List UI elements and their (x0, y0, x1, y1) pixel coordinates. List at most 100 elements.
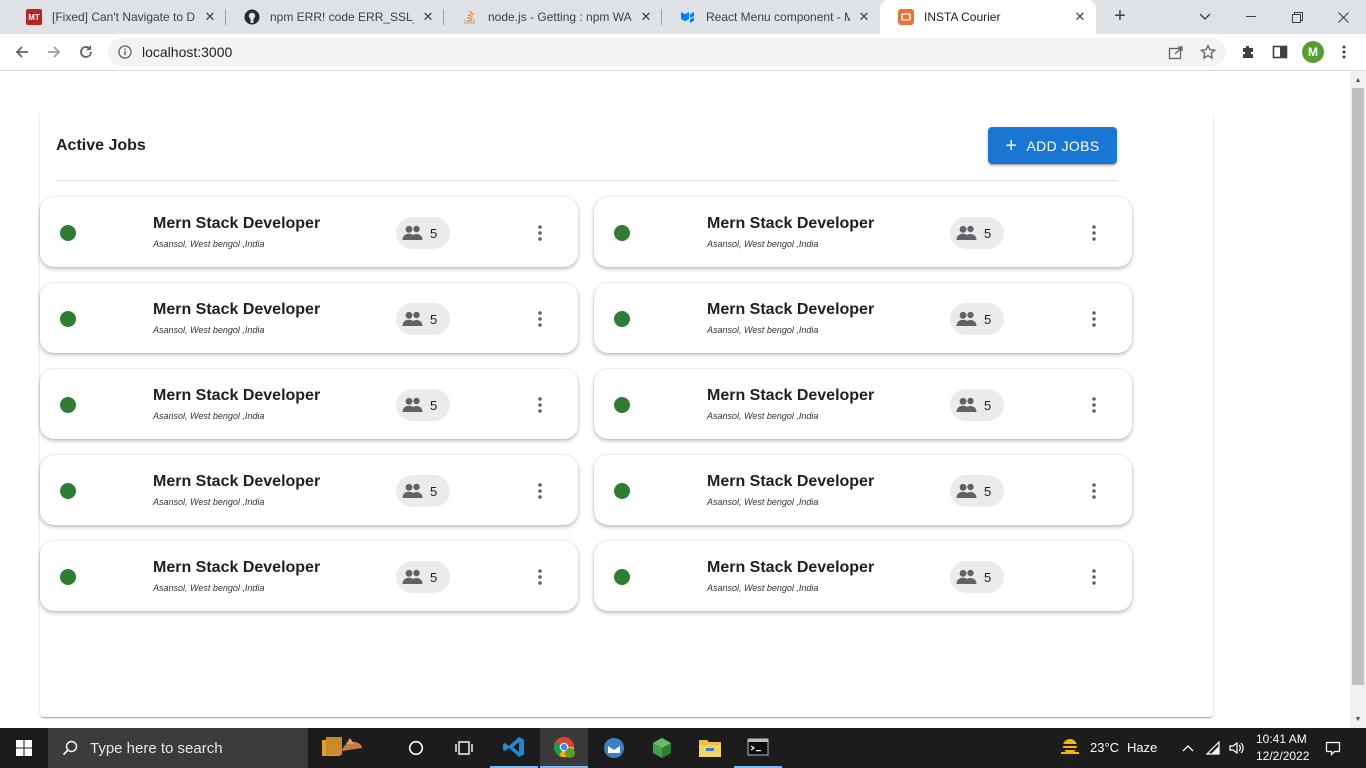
browser-tab[interactable]: npm ERR! code ERR_SSL_CIPH ✕ (226, 0, 444, 34)
more-options-icon[interactable] (1082, 307, 1106, 331)
volume-icon[interactable] (1226, 728, 1248, 768)
applicant-count: 5 (430, 311, 438, 327)
job-location: Asansol, West bengol ,India (707, 411, 819, 421)
stackoverflow-icon (462, 9, 478, 25)
wifi-icon[interactable] (1202, 728, 1224, 768)
notifications-icon[interactable] (1316, 728, 1350, 768)
windows-start-button[interactable] (0, 728, 48, 768)
job-card[interactable]: Mern Stack Developer Asansol, West bengol… (40, 369, 578, 439)
weather-temperature[interactable]: 23°C (1090, 740, 1119, 755)
clock-time[interactable]: 10:41 AM (1256, 732, 1307, 746)
site-info-icon[interactable] (118, 45, 132, 59)
close-tab-icon[interactable]: ✕ (638, 9, 654, 25)
close-tab-icon[interactable]: ✕ (1072, 9, 1088, 25)
cortana-icon[interactable] (392, 728, 440, 768)
vscode-app-icon[interactable] (490, 728, 538, 768)
weather-condition[interactable]: Haze (1127, 740, 1157, 755)
forward-button[interactable] (40, 38, 68, 66)
chrome-menu-icon[interactable] (1335, 43, 1353, 61)
more-options-icon[interactable] (528, 307, 552, 331)
applicants-chip[interactable]: 5 (950, 475, 1004, 507)
tab-search-chevron-icon[interactable] (1182, 0, 1228, 34)
applicants-chip[interactable]: 5 (950, 303, 1004, 335)
job-card[interactable]: Mern Stack Developer Asansol, West bengol… (40, 197, 578, 267)
job-location: Asansol, West bengol ,India (153, 325, 265, 335)
status-dot-icon (614, 569, 630, 585)
address-bar[interactable] (108, 38, 1226, 66)
more-options-icon[interactable] (1082, 221, 1106, 245)
taskbar-search-box[interactable]: Type here to search (48, 728, 308, 768)
more-options-icon[interactable] (1082, 565, 1106, 589)
scroll-down-arrow-icon[interactable]: ▼ (1350, 711, 1366, 727)
job-card[interactable]: Mern Stack Developer Asansol, West bengol… (594, 455, 1132, 525)
job-location: Asansol, West bengol ,India (153, 497, 265, 507)
close-tab-icon[interactable]: ✕ (420, 9, 436, 25)
applicants-chip[interactable]: 5 (396, 475, 450, 507)
mail-app-icon[interactable] (590, 728, 638, 768)
chevron-up-icon[interactable] (1178, 728, 1198, 768)
close-tab-icon[interactable]: ✕ (202, 9, 218, 25)
search-placeholder: Type here to search (90, 739, 223, 757)
reload-button[interactable] (72, 38, 100, 66)
close-tab-icon[interactable]: ✕ (856, 9, 872, 25)
job-title: Mern Stack Developer (707, 387, 875, 404)
scroll-thumb[interactable] (1352, 88, 1364, 685)
applicants-chip[interactable]: 5 (950, 217, 1004, 249)
job-card[interactable]: Mern Stack Developer Asansol, West bengol… (594, 283, 1132, 353)
applicants-chip[interactable]: 5 (950, 389, 1004, 421)
more-options-icon[interactable] (528, 565, 552, 589)
add-jobs-button[interactable]: + ADD JOBS (988, 127, 1117, 164)
tab-title: React Menu component - Ma (706, 10, 850, 24)
applicants-chip[interactable]: 5 (396, 303, 450, 335)
minimize-button[interactable] (1228, 0, 1274, 34)
status-dot-icon (60, 311, 76, 327)
file-explorer-icon[interactable] (686, 728, 734, 768)
applicants-chip[interactable]: 5 (396, 561, 450, 593)
more-options-icon[interactable] (1082, 393, 1106, 417)
browser-tab-strip: MT [Fixed] Can't Navigate to D D ✕ npm E… (0, 0, 1366, 34)
applicants-chip[interactable]: 5 (396, 389, 450, 421)
file-folder-app-icon[interactable] (312, 728, 368, 768)
status-dot-icon (614, 483, 630, 499)
scroll-up-arrow-icon[interactable]: ▲ (1350, 72, 1366, 88)
job-card[interactable]: Mern Stack Developer Asansol, West bengol… (594, 369, 1132, 439)
applicants-chip[interactable]: 5 (950, 561, 1004, 593)
share-icon[interactable] (1167, 43, 1185, 61)
extensions-icon[interactable] (1239, 43, 1257, 61)
browser-tab[interactable]: MT [Fixed] Can't Navigate to D D ✕ (8, 0, 226, 34)
back-button[interactable] (8, 38, 36, 66)
browser-tab[interactable]: node.js - Getting : npm WARI ✕ (444, 0, 662, 34)
people-icon (402, 483, 424, 499)
job-card[interactable]: Mern Stack Developer Asansol, West bengol… (594, 197, 1132, 267)
close-window-button[interactable] (1320, 0, 1366, 34)
terminal-app-icon[interactable] (734, 728, 782, 768)
divider (56, 180, 1117, 181)
browser-tab[interactable]: React Menu component - Ma ✕ (662, 0, 880, 34)
more-options-icon[interactable] (528, 221, 552, 245)
job-card[interactable]: Mern Stack Developer Asansol, West bengol… (40, 541, 578, 611)
job-card[interactable]: Mern Stack Developer Asansol, West bengol… (40, 283, 578, 353)
job-card[interactable]: Mern Stack Developer Asansol, West bengol… (40, 455, 578, 525)
job-card[interactable]: Mern Stack Developer Asansol, West bengol… (594, 541, 1132, 611)
job-location: Asansol, West bengol ,India (707, 497, 819, 507)
task-view-icon[interactable] (440, 728, 488, 768)
cube-app-icon[interactable] (638, 728, 686, 768)
more-options-icon[interactable] (528, 479, 552, 503)
more-options-icon[interactable] (528, 393, 552, 417)
url-text[interactable]: localhost:3000 (142, 44, 232, 60)
job-title: Mern Stack Developer (153, 473, 321, 490)
clock-date[interactable]: 12/2/2022 (1256, 749, 1309, 763)
weather-haze-icon[interactable] (1056, 728, 1084, 768)
restore-button[interactable] (1274, 0, 1320, 34)
page-scrollbar[interactable]: ▲ ▼ (1350, 71, 1366, 728)
chrome-app-icon[interactable] (540, 728, 588, 768)
bookmark-star-icon[interactable] (1199, 43, 1217, 61)
status-dot-icon (60, 569, 76, 585)
new-tab-button[interactable]: + (1108, 5, 1132, 29)
more-options-icon[interactable] (1082, 479, 1106, 503)
status-dot-icon (60, 483, 76, 499)
side-panel-icon[interactable] (1271, 43, 1289, 61)
browser-tab-active[interactable]: INSTA Courier ✕ (880, 0, 1096, 34)
applicants-chip[interactable]: 5 (396, 217, 450, 249)
profile-avatar[interactable]: M (1302, 41, 1324, 63)
